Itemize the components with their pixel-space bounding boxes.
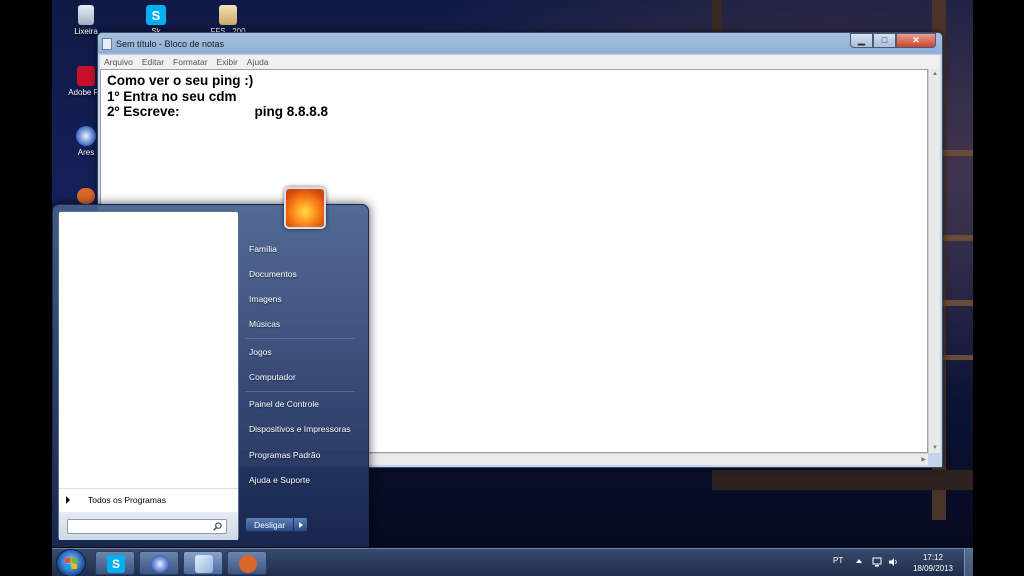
- shutdown-control: Desligar: [245, 517, 309, 532]
- start-item-programas-padrao[interactable]: Programas Padrão: [249, 450, 320, 460]
- menu-bar: Arquivo Editar Formatar Exibir Ajuda: [100, 55, 940, 69]
- clock-date: 18/09/2013: [912, 564, 954, 573]
- taskbar-ares[interactable]: [139, 551, 179, 575]
- recycle-bin-icon: [78, 5, 94, 25]
- window-titlebar[interactable]: Sem título - Bloco de notas: [102, 36, 224, 52]
- start-button[interactable]: [56, 549, 86, 576]
- minimize-button[interactable]: ▁: [850, 33, 873, 48]
- clock-time: 17:12: [922, 553, 944, 562]
- taskbar: S PT 17:12 18/09/2013: [52, 548, 973, 576]
- start-item-jogos[interactable]: Jogos: [249, 347, 272, 357]
- window-controls: ▁ □ ✕: [850, 33, 936, 48]
- start-item-documentos[interactable]: Documentos: [249, 269, 297, 279]
- user-avatar[interactable]: [284, 187, 326, 229]
- shutdown-options-button[interactable]: [293, 518, 308, 531]
- show-desktop-button[interactable]: [964, 549, 973, 576]
- menu-editar[interactable]: Editar: [142, 57, 164, 67]
- baseball-glove-icon: [77, 188, 95, 204]
- start-item-ajuda-e-suporte[interactable]: Ajuda e Suporte: [249, 475, 310, 485]
- ares-icon: [151, 555, 169, 573]
- menu-arquivo[interactable]: Arquivo: [104, 57, 133, 67]
- scroll-right-icon[interactable]: ▶: [921, 456, 926, 463]
- windows-logo-icon: [65, 558, 77, 569]
- text-line: 1º Entra no seu cdm: [107, 88, 237, 104]
- letterbox-right: [973, 0, 1024, 576]
- triangle-right-icon: [66, 495, 70, 504]
- taskbar-glove[interactable]: [227, 551, 267, 575]
- shutdown-button[interactable]: Desligar: [246, 518, 294, 531]
- vertical-scrollbar[interactable]: ▲ ▼: [928, 69, 940, 453]
- text-line: Como ver o seu ping :): [107, 73, 254, 88]
- menu-separator: [245, 391, 355, 392]
- notepad-icon: [195, 555, 213, 573]
- maximize-button[interactable]: □: [873, 33, 896, 48]
- scroll-down-icon[interactable]: ▼: [932, 445, 938, 451]
- menu-formatar[interactable]: Formatar: [173, 57, 207, 67]
- search-area: [59, 512, 238, 540]
- notepad-icon: [102, 38, 112, 50]
- window-title: Sem título - Bloco de notas: [116, 39, 225, 49]
- start-menu: Todos os Programas Família Documentos Im…: [52, 187, 369, 547]
- start-item-familia[interactable]: Família: [249, 244, 277, 254]
- wallpaper-road: [712, 470, 973, 490]
- start-item-imagens[interactable]: Imagens: [249, 294, 282, 304]
- close-button[interactable]: ✕: [896, 33, 936, 48]
- menu-separator: [245, 338, 355, 339]
- ares-icon: [76, 126, 96, 146]
- all-programs-label: Todos os Programas: [88, 494, 166, 505]
- text-line: 2º Escreve: ping 8.8.8.8: [107, 104, 329, 119]
- all-programs-button[interactable]: Todos os Programas: [59, 488, 238, 510]
- start-item-computador[interactable]: Computador: [249, 372, 296, 382]
- system-clock[interactable]: 17:12 18/09/2013: [906, 552, 960, 574]
- start-item-painel-de-controle[interactable]: Painel de Controle: [249, 399, 319, 409]
- skype-icon: S: [146, 5, 166, 25]
- start-item-musicas[interactable]: Músicas: [249, 319, 280, 329]
- menu-ajuda[interactable]: Ajuda: [247, 57, 269, 67]
- skype-icon: S: [107, 555, 125, 573]
- search-input[interactable]: [67, 519, 227, 534]
- letterbox-left: [0, 0, 52, 576]
- file-icon: [219, 5, 237, 25]
- scroll-up-icon[interactable]: ▲: [932, 71, 938, 77]
- menu-exibir[interactable]: Exibir: [217, 57, 238, 67]
- network-icon[interactable]: [872, 557, 883, 567]
- start-item-dispositivos[interactable]: Dispositivos e Impressoras: [249, 424, 351, 434]
- show-hidden-icons-icon[interactable]: [856, 559, 862, 563]
- adobe-reader-icon: [77, 66, 95, 86]
- baseball-glove-icon: [239, 555, 257, 573]
- start-menu-programs-pane: Todos os Programas: [58, 211, 239, 540]
- search-icon[interactable]: [213, 522, 222, 531]
- taskbar-skype[interactable]: S: [95, 551, 135, 575]
- volume-icon[interactable]: [888, 557, 899, 567]
- language-indicator[interactable]: PT: [833, 556, 843, 565]
- taskbar-notepad[interactable]: [183, 551, 223, 575]
